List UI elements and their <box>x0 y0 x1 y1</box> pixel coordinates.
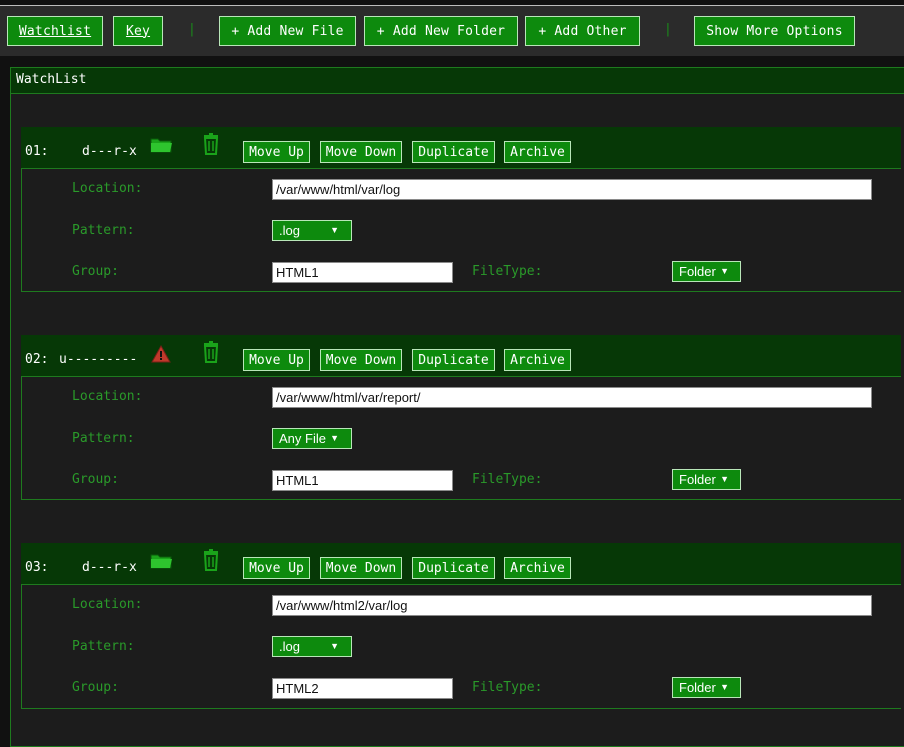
duplicate-button[interactable]: Duplicate <box>412 349 495 371</box>
group-label: Group: <box>72 264 119 279</box>
move-up-button[interactable]: Move Up <box>243 141 310 163</box>
chevron-down-icon: ▼ <box>720 682 729 692</box>
warning-icon <box>151 344 171 367</box>
group-input[interactable]: HTML1 <box>272 262 453 283</box>
filetype-select[interactable]: Folder ▼ <box>672 677 741 698</box>
filetype-label: FileType: <box>472 472 543 487</box>
move-down-button[interactable]: Move Down <box>320 349 402 371</box>
pattern-select[interactable]: .log ▼ <box>272 220 352 241</box>
group-input[interactable]: HTML1 <box>272 470 453 491</box>
trash-icon[interactable] <box>201 549 221 575</box>
entry-header: 01: d---r-x Move Up Move Down Duplicate … <box>21 127 901 168</box>
group-label: Group: <box>72 680 119 695</box>
entry-number: 02: <box>25 352 49 367</box>
filetype-value: Folder <box>679 680 716 695</box>
location-input[interactable]: /var/www/html2/var/log <box>272 595 872 616</box>
entry-details: Location: /var/www/html/var/report/ Patt… <box>21 376 901 500</box>
folder-icon <box>149 136 173 158</box>
entry-number: 03: <box>25 560 49 575</box>
trash-icon[interactable] <box>201 133 221 159</box>
folder-icon <box>149 552 173 574</box>
group-label: Group: <box>72 472 119 487</box>
location-input[interactable]: /var/www/html/var/log <box>272 179 872 200</box>
filetype-label: FileType: <box>472 680 543 695</box>
filetype-value: Folder <box>679 472 716 487</box>
key-button[interactable]: Key <box>113 16 163 46</box>
filetype-select[interactable]: Folder ▼ <box>672 261 741 282</box>
archive-button[interactable]: Archive <box>504 141 571 163</box>
move-down-button[interactable]: Move Down <box>320 557 402 579</box>
filetype-select[interactable]: Folder ▼ <box>672 469 741 490</box>
pattern-label: Pattern: <box>72 431 135 446</box>
panel-title: WatchList <box>11 68 904 94</box>
watchlist-button[interactable]: Watchlist <box>7 16 103 46</box>
add-other-button[interactable]: + Add Other <box>525 16 640 46</box>
pattern-label: Pattern: <box>72 639 135 654</box>
watch-entry: 03: d---r-x Move Up Move Down Duplicate … <box>21 543 901 709</box>
location-label: Location: <box>72 597 143 612</box>
chevron-down-icon: ▼ <box>330 225 339 235</box>
add-new-folder-button[interactable]: + Add New Folder <box>364 16 518 46</box>
group-input[interactable]: HTML2 <box>272 678 453 699</box>
archive-button[interactable]: Archive <box>504 349 571 371</box>
add-new-file-button[interactable]: + Add New File <box>219 16 356 46</box>
chevron-down-icon: ▼ <box>330 433 339 443</box>
archive-button[interactable]: Archive <box>504 557 571 579</box>
filetype-value: Folder <box>679 264 716 279</box>
entry-permissions: u--------- <box>59 352 138 367</box>
move-down-button[interactable]: Move Down <box>320 141 402 163</box>
entry-header: 02: u--------- Move Up Move Down Duplica… <box>21 335 901 376</box>
entry-permissions: d---r-x <box>82 144 137 159</box>
entry-header: 03: d---r-x Move Up Move Down Duplicate … <box>21 543 901 584</box>
chevron-down-icon: ▼ <box>720 474 729 484</box>
duplicate-button[interactable]: Duplicate <box>412 141 495 163</box>
watch-entry: 02: u--------- Move Up Move Down Duplica… <box>21 335 901 500</box>
watch-entry: 01: d---r-x Move Up Move Down Duplicate … <box>21 127 901 292</box>
entry-number: 01: <box>25 144 49 159</box>
move-up-button[interactable]: Move Up <box>243 557 310 579</box>
toolbar-separator: | <box>664 22 672 37</box>
toolbar-separator: | <box>188 22 196 37</box>
entry-details: Location: /var/www/html2/var/log Pattern… <box>21 584 901 709</box>
chevron-down-icon: ▼ <box>720 266 729 276</box>
move-up-button[interactable]: Move Up <box>243 349 310 371</box>
entry-permissions: d---r-x <box>82 560 137 575</box>
show-more-options-button[interactable]: Show More Options <box>694 16 855 46</box>
chevron-down-icon: ▼ <box>330 641 339 651</box>
pattern-label: Pattern: <box>72 223 135 238</box>
toolbar: Watchlist Key | + Add New File + Add New… <box>0 5 904 56</box>
pattern-select[interactable]: .log ▼ <box>272 636 352 657</box>
entry-details: Location: /var/www/html/var/log Pattern:… <box>21 168 901 292</box>
location-input[interactable]: /var/www/html/var/report/ <box>272 387 872 408</box>
pattern-value: .log <box>279 639 300 654</box>
duplicate-button[interactable]: Duplicate <box>412 557 495 579</box>
filetype-label: FileType: <box>472 264 543 279</box>
location-label: Location: <box>72 389 143 404</box>
pattern-select[interactable]: Any File ▼ <box>272 428 352 449</box>
pattern-value: .log <box>279 223 300 238</box>
pattern-value: Any File <box>279 431 326 446</box>
trash-icon[interactable] <box>201 341 221 367</box>
location-label: Location: <box>72 181 143 196</box>
